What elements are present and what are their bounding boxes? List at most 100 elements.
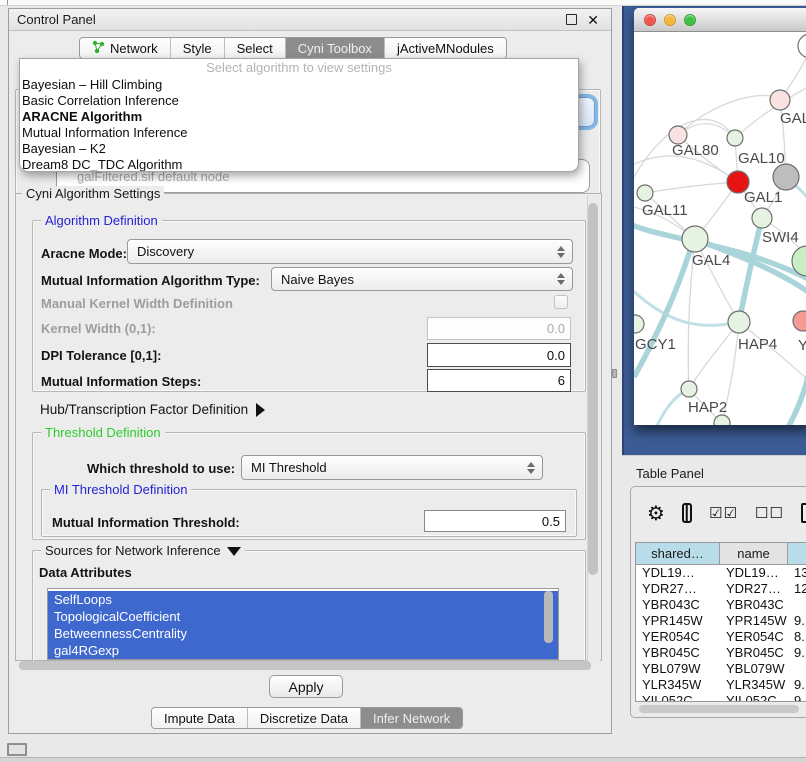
- column-header-name[interactable]: name: [720, 543, 788, 564]
- panel-tab-label: Network: [110, 41, 158, 56]
- node-label: Y: [798, 337, 806, 354]
- kernel-width-label: Kernel Width (0,1):: [41, 321, 156, 336]
- panel-tab-label: Style: [183, 41, 212, 56]
- column-header-partial[interactable]: A: [788, 543, 806, 564]
- minimize-window-icon[interactable]: [664, 14, 676, 26]
- cyni-mode-tab[interactable]: Infer Network: [360, 708, 462, 728]
- panel-divider-grip[interactable]: [612, 369, 617, 378]
- settings-vertical-scrollbar[interactable]: [587, 195, 600, 661]
- node-label: GAL10: [738, 150, 785, 167]
- dropdown-item[interactable]: Bayesian – K2: [20, 141, 578, 157]
- cell-name: YIL052C: [720, 693, 788, 701]
- aracne-mode-select[interactable]: Discovery: [127, 239, 573, 264]
- network-edges-teal: [634, 218, 806, 425]
- table-row[interactable]: YDL19… YDL19… 13: [636, 565, 806, 581]
- deselect-all-checkboxes-icon[interactable]: ☐☐: [755, 504, 784, 522]
- table-horizontal-scroll-thumb[interactable]: [639, 705, 799, 713]
- column-header-shared-name[interactable]: shared…: [636, 543, 720, 564]
- collapse-arrow-icon: [227, 547, 241, 556]
- apply-button[interactable]: Apply: [269, 675, 343, 698]
- panel-tab[interactable]: Style: [170, 38, 224, 58]
- node-label: GAL80: [672, 142, 719, 159]
- file-icon[interactable]: [801, 503, 806, 523]
- table-row[interactable]: YLR345W YLR345W 9.: [636, 677, 806, 693]
- algorithm-definition-group: Algorithm Definition Aracne Mode: Discov…: [32, 220, 586, 392]
- cell-value: 8.: [788, 629, 806, 645]
- table-row[interactable]: YBL079W YBL079W: [636, 661, 806, 677]
- cell-shared-name: YDL19…: [636, 565, 720, 581]
- node-attribute-table: shared… name A YDL19… YDL19… 13 YDR27… Y…: [635, 542, 806, 702]
- table-header-row: shared… name A: [636, 543, 806, 565]
- columns-icon[interactable]: [682, 503, 692, 523]
- node-gcy1[interactable]: [634, 315, 644, 333]
- close-panel-icon[interactable]: ✕: [587, 11, 599, 29]
- cyni-mode-tab[interactable]: Impute Data: [152, 708, 247, 728]
- panel-tab[interactable]: jActiveMNodules: [384, 38, 506, 58]
- table-panel-frame: ⚙ ☑☑ ☐☐ shared… name A YDL19… YDL19… 13 …: [630, 486, 806, 718]
- table-row[interactable]: YER054C YER054C 8.: [636, 629, 806, 645]
- manual-kernel-label: Manual Kernel Width Definition: [41, 296, 233, 311]
- node-pink-strong[interactable]: [793, 311, 806, 331]
- dropdown-item[interactable]: ARACNE Algorithm: [20, 109, 578, 125]
- cell-value: [788, 597, 806, 613]
- panel-tab[interactable]: Cyni Toolbox: [285, 38, 384, 58]
- kernel-width-field[interactable]: 0.0: [427, 317, 571, 340]
- attribute-list-item[interactable]: TopologicalCoefficient: [48, 608, 558, 625]
- which-threshold-select[interactable]: MI Threshold: [241, 455, 543, 480]
- panel-tab[interactable]: Network: [80, 38, 170, 58]
- cell-shared-name: YBL079W: [636, 661, 720, 677]
- node-hap2[interactable]: [681, 381, 697, 397]
- dpi-tolerance-field[interactable]: 0.0: [427, 343, 571, 367]
- panel-tab-label: Cyni Toolbox: [298, 41, 372, 56]
- network-canvas[interactable]: GAL GAL80 GAL10 GAL1 GAL11 SWI4 GAL4 GCY…: [634, 32, 806, 425]
- mi-steps-field[interactable]: 6: [427, 369, 571, 392]
- attribute-list-item[interactable]: gal4RGexp: [48, 642, 558, 659]
- table-row[interactable]: YBR043C YBR043C: [636, 597, 806, 613]
- node-green-bottom[interactable]: [714, 415, 730, 425]
- node-gal10[interactable]: [773, 164, 799, 190]
- dropdown-item[interactable]: Basic Correlation Inference: [20, 93, 578, 109]
- node-green[interactable]: [727, 130, 743, 146]
- dropdown-item[interactable]: Mutual Information Inference: [20, 125, 578, 141]
- dropdown-item[interactable]: Bayesian – Hill Climbing: [20, 77, 578, 93]
- cyni-mode-tab-label: Infer Network: [373, 711, 450, 726]
- network-window-titlebar[interactable]: [634, 8, 806, 32]
- cyni-mode-tab[interactable]: Discretize Data: [247, 708, 360, 728]
- gear-icon[interactable]: ⚙: [647, 501, 665, 526]
- cell-name: YDR27…: [720, 581, 788, 597]
- hub-definition-expander[interactable]: Hub/Transcription Factor Definition: [40, 402, 265, 417]
- cell-shared-name: YIL052C: [636, 693, 720, 701]
- node-hap4[interactable]: [728, 311, 750, 333]
- minimized-panel-tab[interactable]: [7, 743, 27, 756]
- manual-kernel-checkbox[interactable]: [554, 295, 568, 309]
- settings-horizontal-scroll-thumb[interactable]: [19, 661, 591, 670]
- mi-type-select[interactable]: Naive Bayes: [271, 267, 573, 291]
- dropdown-item-list: Bayesian – Hill ClimbingBasic Correlatio…: [20, 77, 578, 172]
- float-panel-icon[interactable]: [566, 14, 577, 25]
- close-window-icon[interactable]: [644, 14, 656, 26]
- table-row[interactable]: YIL052C YIL052C 9: [636, 693, 806, 701]
- settings-vertical-scroll-thumb[interactable]: [588, 203, 598, 575]
- attribute-list-item[interactable]: BetweennessCentrality: [48, 625, 558, 642]
- node-white[interactable]: [798, 34, 806, 58]
- table-row[interactable]: YBR045C YBR045C 9.: [636, 645, 806, 661]
- node-gal4[interactable]: [682, 226, 708, 252]
- table-row[interactable]: YPR145W YPR145W 9.: [636, 613, 806, 629]
- attribute-list-item[interactable]: SelfLoops: [48, 591, 558, 608]
- list-scrollbar-thumb[interactable]: [544, 591, 553, 643]
- mi-steps-label: Mutual Information Steps:: [41, 374, 201, 389]
- cell-name: YER054C: [720, 629, 788, 645]
- zoom-window-icon[interactable]: [684, 14, 696, 26]
- node-gal11[interactable]: [637, 185, 653, 201]
- node-gal1[interactable]: [752, 208, 772, 228]
- apply-button-label: Apply: [288, 679, 323, 695]
- node-pink[interactable]: [770, 90, 790, 110]
- select-all-checkboxes-icon[interactable]: ☑☑: [709, 504, 738, 522]
- control-panel-titlebar: Control Panel ✕: [9, 9, 611, 31]
- mi-threshold-field[interactable]: 0.5: [424, 510, 566, 532]
- panel-tab[interactable]: Select: [224, 38, 285, 58]
- node-label: HAP2: [688, 399, 727, 416]
- dropdown-item[interactable]: Dream8 DC_TDC Algorithm: [20, 157, 578, 172]
- table-row[interactable]: YDR27… YDR27… 12: [636, 581, 806, 597]
- sources-title[interactable]: Sources for Network Inference: [41, 543, 245, 558]
